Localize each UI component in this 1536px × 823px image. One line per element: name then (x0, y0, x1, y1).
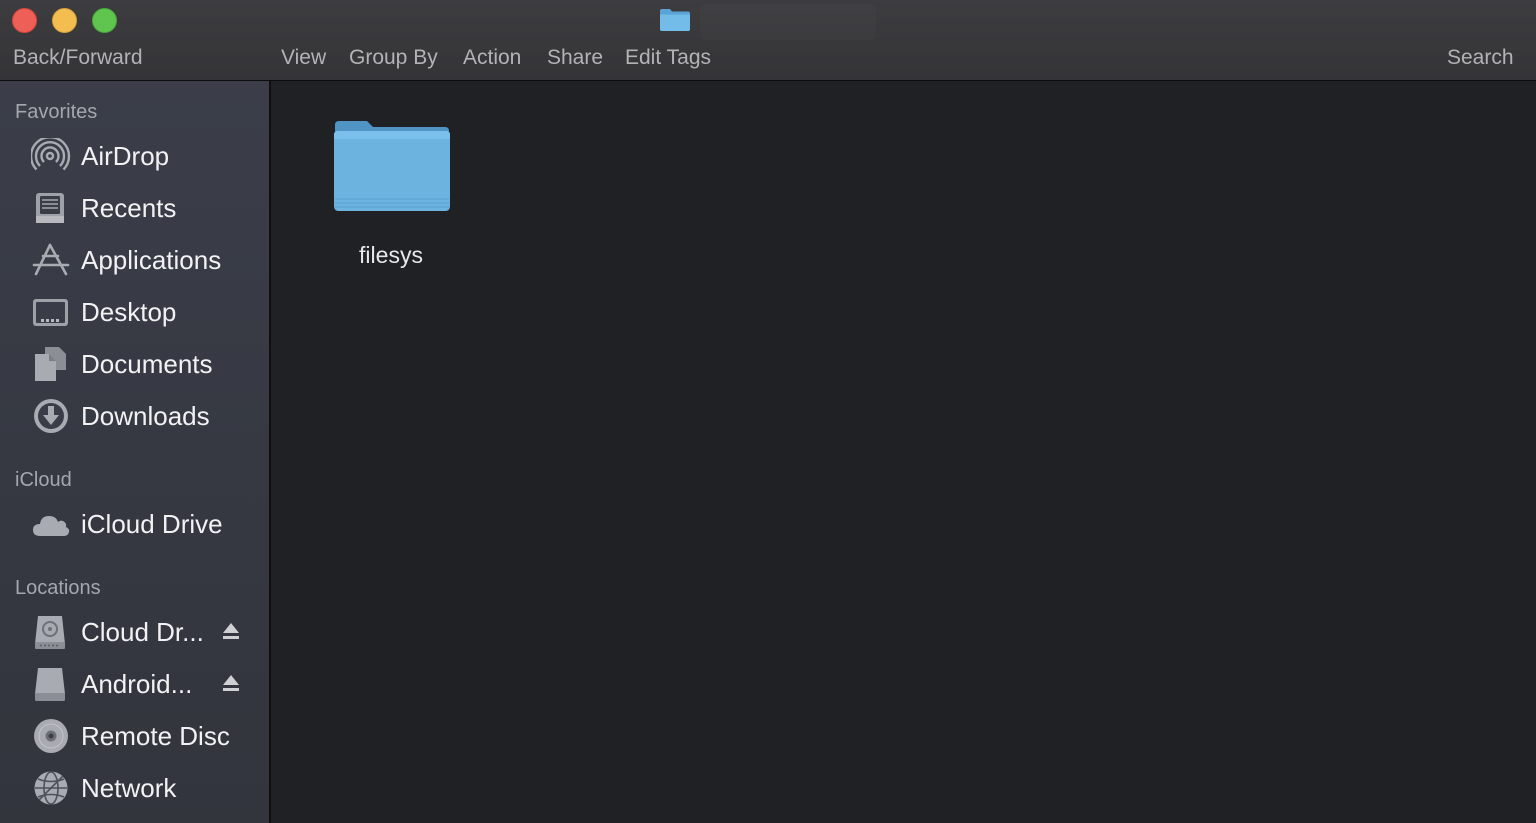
recents-icon (36, 193, 64, 223)
finder-window: Back/Forward View Group By Action Share … (0, 0, 1536, 823)
sidebar-item-label: Desktop (81, 297, 177, 327)
downloads-icon (34, 399, 68, 433)
folder-icon (334, 121, 450, 211)
sidebar-item-downloads[interactable]: Downloads (0, 393, 269, 439)
edit-tags-button[interactable]: Edit Tags (625, 45, 711, 71)
sidebar-item-desktop[interactable]: Desktop (0, 289, 269, 335)
sidebar-item-label: Remote Disc (81, 721, 230, 751)
airdrop-icon (31, 138, 71, 171)
eject-icon[interactable] (220, 620, 242, 642)
sidebar: Favorites AirDrop Recents Applications D… (0, 81, 271, 823)
folder-name: filesys (359, 242, 423, 268)
network-icon (34, 771, 68, 805)
sidebar-item-remote-disc[interactable]: Remote Disc (0, 713, 269, 759)
section-header-locations: Locations (15, 577, 101, 599)
folder-item[interactable]: filesys (321, 107, 461, 277)
sidebar-item-label: iCloud Drive (81, 509, 223, 539)
share-button[interactable]: Share (547, 45, 603, 71)
close-button[interactable] (12, 8, 37, 33)
file-browser-area[interactable]: filesys (271, 81, 1536, 823)
zoom-button[interactable] (92, 8, 117, 33)
back-forward-button[interactable]: Back/Forward (13, 45, 143, 71)
sidebar-item-android[interactable]: Android... (0, 661, 269, 707)
sidebar-item-label: Documents (81, 349, 213, 379)
sidebar-item-label: Network (81, 773, 177, 803)
title-area (700, 4, 876, 40)
desktop-icon (33, 299, 68, 326)
sidebar-item-icloud-drive[interactable]: iCloud Drive (0, 501, 269, 547)
external-drive-icon (35, 668, 65, 701)
sidebar-item-label: Android... (81, 669, 193, 699)
sidebar-item-cloud-drive[interactable]: Cloud Dr... (0, 609, 269, 655)
section-header-favorites: Favorites (15, 101, 98, 123)
icloud-icon (33, 516, 70, 536)
search-button[interactable]: Search (1447, 45, 1514, 71)
eject-icon[interactable] (220, 672, 242, 694)
sidebar-item-documents[interactable]: Documents (0, 341, 269, 387)
documents-icon (35, 347, 66, 381)
action-button[interactable]: Action (463, 45, 521, 71)
minimize-button[interactable] (52, 8, 77, 33)
group-by-button[interactable]: Group By (349, 45, 438, 71)
sidebar-item-airdrop[interactable]: AirDrop (0, 133, 269, 179)
sidebar-item-recents[interactable]: Recents (0, 185, 269, 231)
remote-disc-icon (34, 719, 68, 753)
toolbar: Back/Forward View Group By Action Share … (0, 0, 1536, 81)
sidebar-item-label: Recents (81, 193, 177, 223)
folder-icon (660, 9, 690, 31)
sidebar-item-label: AirDrop (81, 141, 170, 171)
sidebar-item-label: Downloads (81, 401, 210, 431)
disk-drive-icon (35, 616, 65, 649)
view-button[interactable]: View (281, 45, 326, 71)
sidebar-item-label: Cloud Dr... (81, 617, 204, 647)
section-header-icloud: iCloud (15, 469, 72, 491)
sidebar-item-applications[interactable]: Applications (0, 237, 269, 283)
sidebar-item-label: Applications (81, 245, 222, 275)
sidebar-item-network[interactable]: Network (0, 765, 269, 811)
applications-icon (32, 243, 70, 276)
